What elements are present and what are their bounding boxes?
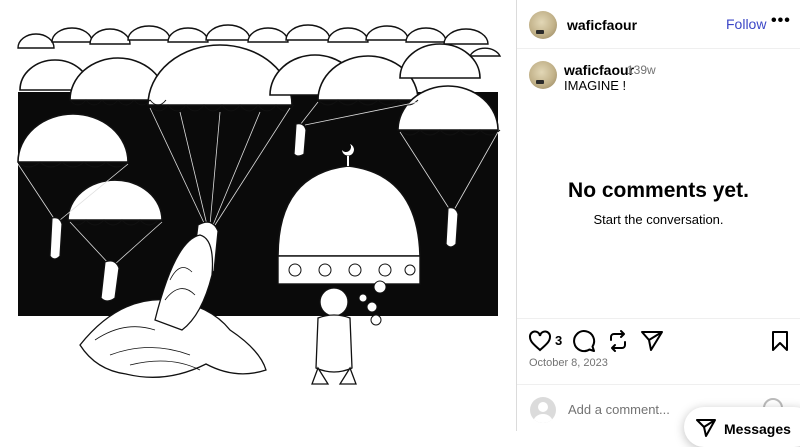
no-comments-subtitle: Start the conversation. <box>593 212 724 227</box>
send-icon <box>696 419 716 437</box>
author-username[interactable]: waficfaour <box>567 17 637 33</box>
bookmark-icon[interactable] <box>771 330 789 352</box>
post-header: waficfaour Follow ••• <box>517 0 800 49</box>
comment-icon[interactable] <box>572 329 596 353</box>
messages-label: Messages <box>724 421 791 437</box>
actions-divider <box>517 318 800 319</box>
share-icon[interactable] <box>640 330 664 352</box>
post-time-ago[interactable]: 139w <box>627 63 656 77</box>
caption-text: IMAGINE ! <box>564 78 627 93</box>
heart-icon[interactable] <box>528 330 552 352</box>
cartoon-illustration <box>0 0 516 431</box>
more-options-icon[interactable]: ••• <box>771 12 791 30</box>
author-avatar[interactable] <box>529 11 557 39</box>
user-icon <box>530 397 556 423</box>
messages-button[interactable]: Messages <box>684 407 800 447</box>
likes-count[interactable]: 3 <box>555 333 562 348</box>
post-image[interactable] <box>0 0 516 431</box>
repost-icon[interactable] <box>606 329 630 353</box>
add-comment-input[interactable]: Add a comment... <box>568 402 670 417</box>
caption-username[interactable]: waficfaour <box>564 62 634 78</box>
caption-avatar[interactable] <box>529 61 557 89</box>
no-comments-title: No comments yet. <box>568 179 749 202</box>
follow-button[interactable]: Follow <box>726 16 766 32</box>
post-side-panel: waficfaour Follow ••• waficfaour 139w IM… <box>517 0 800 447</box>
comment-divider <box>517 384 800 385</box>
post-date[interactable]: October 8, 2023 <box>529 357 608 369</box>
